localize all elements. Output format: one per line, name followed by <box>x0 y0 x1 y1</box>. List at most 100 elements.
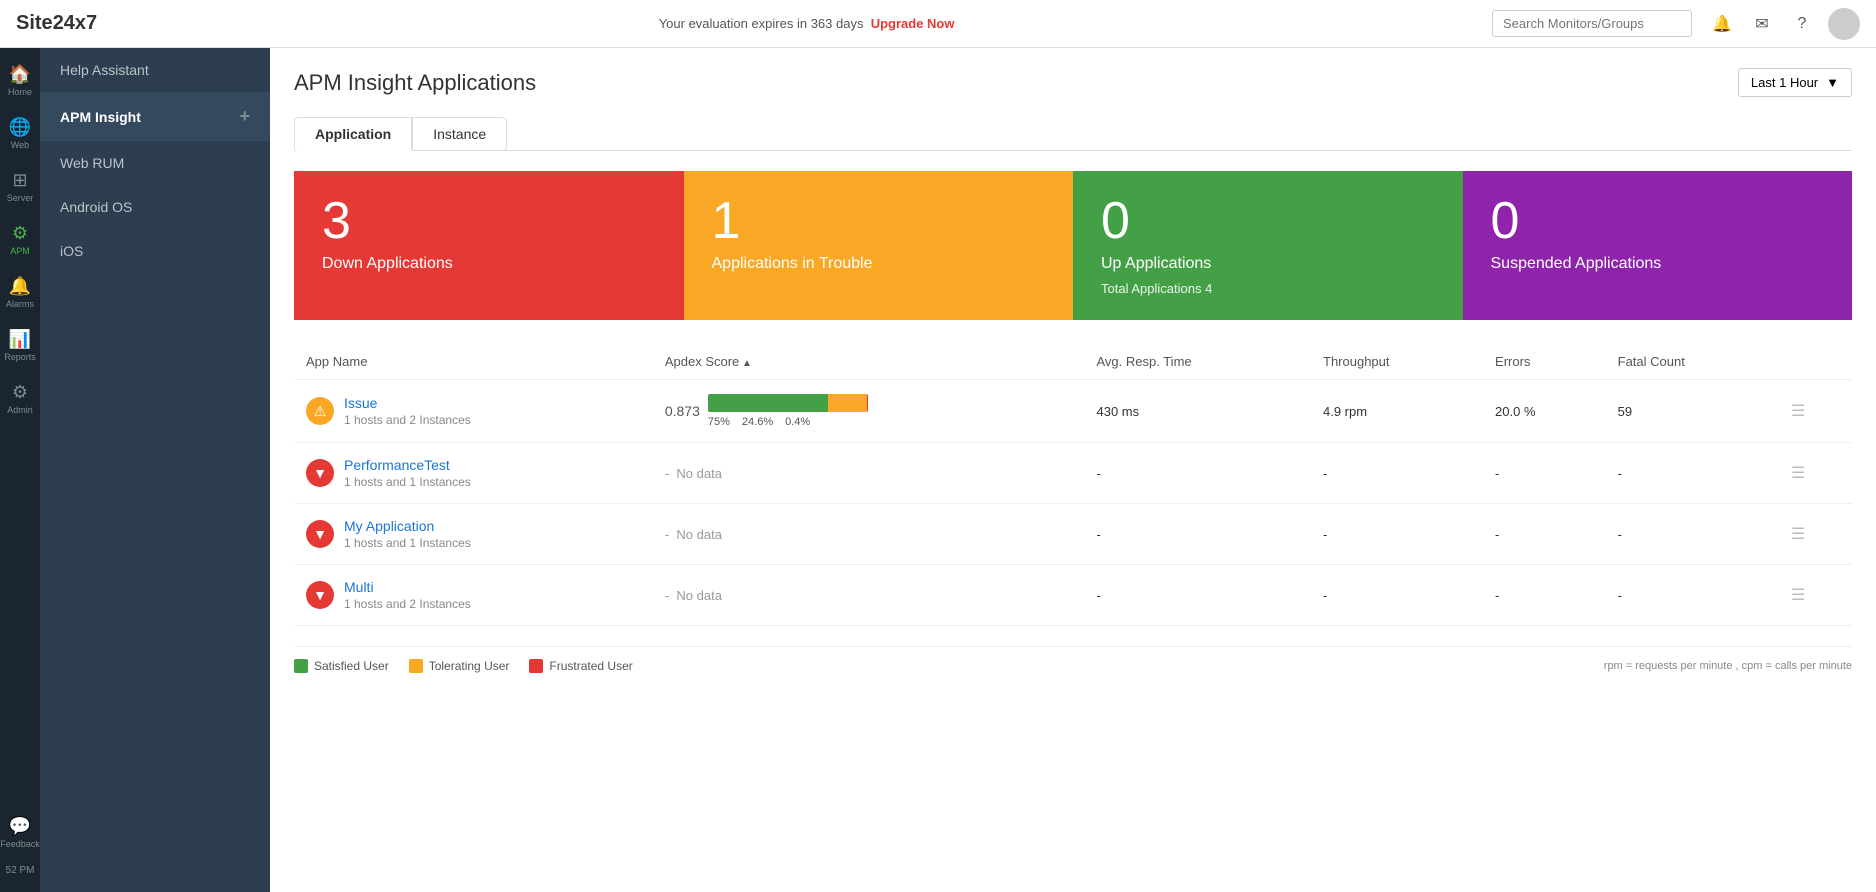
table-section: App Name Apdex Score Avg. Resp. Time Thr… <box>294 344 1852 626</box>
apdex-dash-myapp: - <box>665 527 669 542</box>
mail-icon[interactable]: ✉ <box>1748 10 1776 38</box>
sidebar-item-web[interactable]: 🌐 Web <box>0 109 40 158</box>
status-icon-issue: ⚠ <box>306 397 334 425</box>
up-number: 0 <box>1101 195 1435 247</box>
plus-icon[interactable]: + <box>239 106 250 127</box>
tabs: Application Instance <box>294 117 1852 151</box>
sidebar-time: 52 PM <box>6 865 35 876</box>
brand-logo: Site24x7 <box>16 12 97 35</box>
topbar-center: Your evaluation expires in 363 days Upgr… <box>121 16 1492 31</box>
app-name-cell-perf: ▼ PerformanceTest 1 hosts and 1 Instance… <box>294 443 653 504</box>
row-menu-icon[interactable]: ☰ <box>1791 587 1805 604</box>
tab-application[interactable]: Application <box>294 117 412 151</box>
legend-left: Satisfied User Tolerating User Frustrate… <box>294 659 633 673</box>
time-filter-dropdown[interactable]: Last 1 Hour ▼ <box>1738 68 1852 97</box>
table-row: ▼ Multi 1 hosts and 2 Instances - <box>294 565 1852 626</box>
satisfied-label: Satisfied User <box>314 659 389 673</box>
menu-multi[interactable]: ☰ <box>1779 565 1852 626</box>
stat-card-trouble[interactable]: 1 Applications in Trouble <box>684 171 1074 320</box>
legend-tolerating: Tolerating User <box>409 659 510 673</box>
avg-resp-multi: - <box>1085 565 1312 626</box>
help-icon[interactable]: ? <box>1788 10 1816 38</box>
row-menu-icon[interactable]: ☰ <box>1791 465 1805 482</box>
up-label: Up Applications <box>1101 255 1435 273</box>
avatar[interactable] <box>1828 8 1860 40</box>
sidebar-menu-help-assistant[interactable]: Help Assistant <box>40 48 270 92</box>
sidebar: 🏠 Home 🌐 Web ⊞ Server ⚙ APM 🔔 Alarm <box>0 48 270 892</box>
throughput-perf: - <box>1311 443 1483 504</box>
menu-perf[interactable]: ☰ <box>1779 443 1852 504</box>
menu-issue[interactable]: ☰ <box>1779 380 1852 443</box>
apm-icon: ⚙ <box>12 223 28 244</box>
sidebar-inner: 🏠 Home 🌐 Web ⊞ Server ⚙ APM 🔔 Alarm <box>0 48 270 892</box>
brand-text: Site <box>16 12 53 34</box>
trouble-label: Applications in Trouble <box>712 255 1046 273</box>
tab-instance[interactable]: Instance <box>412 117 507 151</box>
topbar: Site24x7 Your evaluation expires in 363 … <box>0 0 1876 48</box>
page-title: APM Insight Applications <box>294 70 536 96</box>
col-apdex[interactable]: Apdex Score <box>653 344 1085 380</box>
total-apps-sub: Total Applications 4 <box>1101 281 1435 296</box>
sidebar-item-apm[interactable]: ⚙ APM <box>0 215 40 264</box>
down-icon: ▼ <box>313 587 327 603</box>
admin-icon: ⚙ <box>12 382 28 403</box>
down-icon: ▼ <box>313 465 327 481</box>
stats-row: 3 Down Applications 1 Applications in Tr… <box>294 171 1852 320</box>
applications-table: App Name Apdex Score Avg. Resp. Time Thr… <box>294 344 1852 626</box>
sidebar-item-admin[interactable]: ⚙ Admin <box>0 374 40 423</box>
avg-resp-issue: 430 ms <box>1085 380 1312 443</box>
table-header: App Name Apdex Score Avg. Resp. Time Thr… <box>294 344 1852 380</box>
main-content: APM Insight Applications Last 1 Hour ▼ A… <box>270 48 1876 892</box>
tolerating-dot <box>409 659 423 673</box>
header-row: App Name Apdex Score Avg. Resp. Time Thr… <box>294 344 1852 380</box>
apdex-cell-multi: - No data <box>653 565 1085 626</box>
col-errors: Errors <box>1483 344 1606 380</box>
legend: Satisfied User Tolerating User Frustrate… <box>294 646 1852 673</box>
avg-resp-perf: - <box>1085 443 1312 504</box>
throughput-multi: - <box>1311 565 1483 626</box>
sidebar-menu-web-rum[interactable]: Web RUM <box>40 141 270 185</box>
avg-resp-myapp: - <box>1085 504 1312 565</box>
stat-card-suspended[interactable]: 0 Suspended Applications <box>1463 171 1853 320</box>
notification-icon[interactable]: 🔔 <box>1708 10 1736 38</box>
app-link-perf[interactable]: PerformanceTest <box>344 457 450 473</box>
col-app-name: App Name <box>294 344 653 380</box>
row-menu-icon[interactable]: ☰ <box>1791 403 1805 420</box>
home-icon: 🏠 <box>9 64 31 85</box>
app-name-cell-multi: ▼ Multi 1 hosts and 2 Instances <box>294 565 653 626</box>
row-menu-icon[interactable]: ☰ <box>1791 526 1805 543</box>
status-icon-myapp: ▼ <box>306 520 334 548</box>
throughput-issue: 4.9 rpm <box>1311 380 1483 443</box>
app-link-issue[interactable]: Issue <box>344 395 377 411</box>
errors-issue: 20.0 % <box>1483 380 1606 443</box>
sidebar-item-reports[interactable]: 📊 Reports <box>0 321 40 370</box>
stat-card-down[interactable]: 3 Down Applications <box>294 171 684 320</box>
sidebar-menu-apm-insight[interactable]: APM Insight + <box>40 92 270 141</box>
topbar-icons: 🔔 ✉ ? <box>1708 8 1860 40</box>
sidebar-menu-ios[interactable]: iOS <box>40 229 270 273</box>
app-link-myapp[interactable]: My Application <box>344 518 434 534</box>
sidebar-item-server[interactable]: ⊞ Server <box>0 162 40 211</box>
apdex-yellow-issue <box>828 394 867 412</box>
server-icon: ⊞ <box>12 170 27 191</box>
sidebar-menu-android-os[interactable]: Android OS <box>40 185 270 229</box>
alarms-icon: 🔔 <box>9 276 31 297</box>
status-icon-multi: ▼ <box>306 581 334 609</box>
menu-myapp[interactable]: ☰ <box>1779 504 1852 565</box>
col-throughput: Throughput <box>1311 344 1483 380</box>
upgrade-link[interactable]: Upgrade Now <box>871 16 955 31</box>
apdex-dash-perf: - <box>665 466 669 481</box>
sidebar-item-alarms[interactable]: 🔔 Alarms <box>0 268 40 317</box>
apdex-cell-perf: - No data <box>653 443 1085 504</box>
col-fatal: Fatal Count <box>1606 344 1779 380</box>
suspended-number: 0 <box>1491 195 1825 247</box>
down-icon: ▼ <box>313 526 327 542</box>
app-link-multi[interactable]: Multi <box>344 579 374 595</box>
search-input[interactable] <box>1492 10 1692 37</box>
status-icon-perf: ▼ <box>306 459 334 487</box>
trouble-number: 1 <box>712 195 1046 247</box>
stat-card-up[interactable]: 0 Up Applications Total Applications 4 <box>1073 171 1463 320</box>
sidebar-item-home[interactable]: 🏠 Home <box>0 56 40 105</box>
app-instances-myapp: 1 hosts and 1 Instances <box>344 536 471 550</box>
sidebar-item-feedback[interactable]: 💬 Feedback <box>0 808 40 857</box>
